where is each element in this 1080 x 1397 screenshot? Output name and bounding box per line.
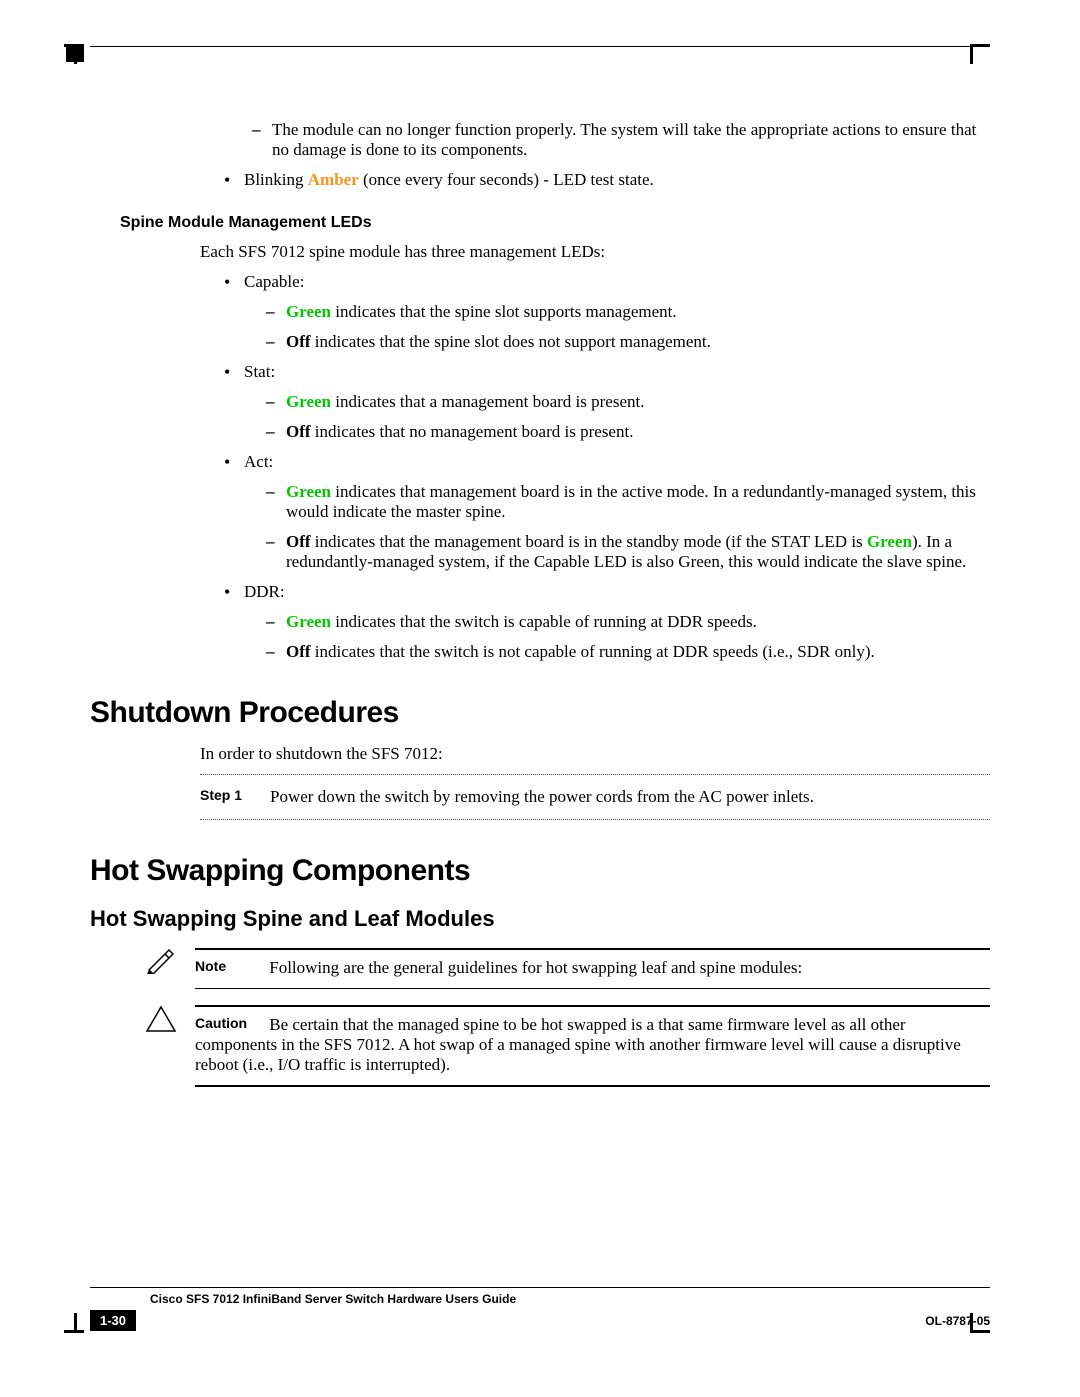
caution-body: Caution Be certain that the managed spin… [195,1005,990,1087]
text-prefix: Blinking [244,170,308,189]
list-item: Green indicates that the switch is capab… [262,612,990,632]
note-block: Note Following are the general guideline… [145,948,990,989]
pencil-icon [145,948,195,974]
text: indicates that the spine slot supports m… [331,302,677,321]
list-item: Green indicates that management board is… [262,482,990,522]
label: DDR: [244,582,285,601]
amber-label: Amber [308,170,359,189]
text: indicates that the switch is capable of … [331,612,757,631]
green-label: Green [286,612,331,631]
subheading-hotswap: Hot Swapping Spine and Leaf Modules [90,906,990,932]
green-label: Green [867,532,912,551]
note-label: Note [195,958,265,974]
caution-label: Caution [195,1015,265,1031]
text: indicates that the spine slot does not s… [311,332,711,351]
list-item-ddr: DDR: Green indicates that the switch is … [220,582,990,662]
label: Capable: [244,272,304,291]
list-item: Off indicates that the spine slot does n… [262,332,990,352]
text: The module can no longer function proper… [272,120,976,159]
text: indicates that no management board is pr… [311,422,634,441]
text: indicates that a management board is pre… [331,392,644,411]
footer-title: Cisco SFS 7012 InfiniBand Server Switch … [150,1292,990,1306]
list-item: Off indicates that the switch is not cap… [262,642,990,662]
step-block: Step 1 Power down the switch by removing… [200,774,990,820]
text: indicates that the switch is not capable… [311,642,875,661]
text: indicates that the management board is i… [311,532,867,551]
step-label: Step 1 [200,787,270,807]
spine-leds-body: Each SFS 7012 spine module has three man… [200,242,990,662]
content: The module can no longer function proper… [90,120,990,1087]
text: indicates that management board is in th… [286,482,976,521]
header-rule [90,46,990,47]
green-label: Green [286,482,331,501]
list-item-capable: Capable: Green indicates that the spine … [220,272,990,352]
text: In order to shutdown the SFS 7012: [200,744,990,764]
list-item: The module can no longer function proper… [248,120,990,160]
heading-hotswap: Hot Swapping Components [90,854,990,888]
intro-text: Each SFS 7012 spine module has three man… [200,242,990,262]
warning-icon [145,1005,195,1033]
off-label: Off [286,642,311,661]
label: Stat: [244,362,275,381]
top-continued-list: The module can no longer function proper… [200,120,990,190]
footer: Cisco SFS 7012 InfiniBand Server Switch … [90,1287,990,1331]
list-item: Green indicates that the spine slot supp… [262,302,990,322]
section-heading-spine-leds: Spine Module Management LEDs [120,214,990,232]
caution-block: Caution Be certain that the managed spin… [145,1005,990,1087]
list-item: Green indicates that a management board … [262,392,990,412]
off-label: Off [286,422,311,441]
crop-mark-bl [54,1303,84,1333]
shutdown-intro: In order to shutdown the SFS 7012: [200,744,990,764]
text-suffix: (once every four seconds) - LED test sta… [359,170,654,189]
list-item: Blinking Amber (once every four seconds)… [220,170,990,190]
page: The module can no longer function proper… [0,0,1080,1397]
green-label: Green [286,392,331,411]
list-item-act: Act: Green indicates that management boa… [220,452,990,572]
caution-text: Be certain that the managed spine to be … [195,1015,961,1074]
list-item: Off indicates that no management board i… [262,422,990,442]
crop-mark-br [970,1303,1000,1333]
step-text: Power down the switch by removing the po… [270,787,990,807]
note-body: Note Following are the general guideline… [195,948,990,989]
list-item-stat: Stat: Green indicates that a management … [220,362,990,442]
list-item: Off indicates that the management board … [262,532,990,572]
off-label: Off [286,332,311,351]
note-text: Following are the general guidelines for… [269,958,802,977]
heading-shutdown: Shutdown Procedures [90,696,990,730]
crop-mark-tr [970,44,1000,74]
page-number: 1-30 [90,1310,136,1331]
label: Act: [244,452,273,471]
green-label: Green [286,302,331,321]
off-label: Off [286,532,311,551]
crop-mark-tl [54,44,84,74]
